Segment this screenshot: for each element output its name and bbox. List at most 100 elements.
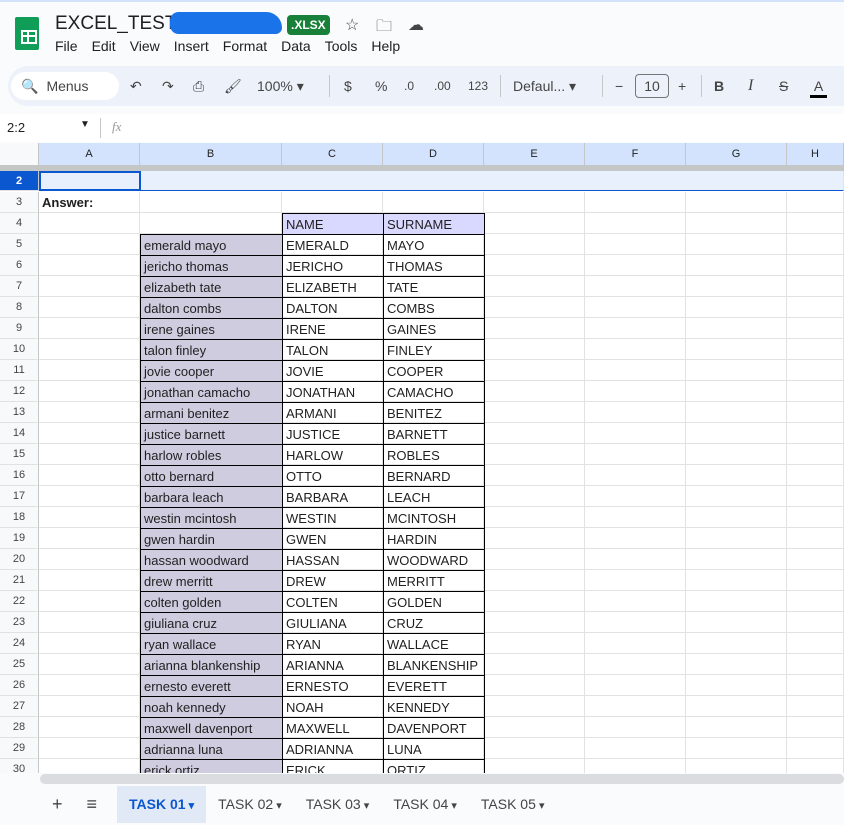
surname-cell[interactable]: WOODWARD [383,549,485,571]
menu-insert[interactable]: Insert [174,38,209,54]
column-header-F[interactable]: F [585,143,686,166]
surname-cell[interactable]: CAMACHO [383,381,485,403]
cell[interactable] [484,360,585,381]
cell[interactable] [39,402,140,423]
cell[interactable] [787,402,844,423]
italic-button[interactable]: I [748,77,753,95]
cell[interactable] [484,381,585,402]
cell[interactable] [585,360,686,381]
row-header-10[interactable]: 10 [0,339,39,360]
menu-view[interactable]: View [130,38,160,54]
surname-cell[interactable]: BARNETT [383,423,485,445]
cell[interactable] [484,255,585,276]
name-box[interactable]: 2:2 [7,120,25,135]
cell[interactable] [686,192,787,213]
cell[interactable] [484,528,585,549]
more-formats-button[interactable]: 123 [468,77,488,95]
strikethrough-button[interactable]: S [779,77,788,95]
cell[interactable] [686,297,787,318]
cell[interactable] [787,738,844,759]
cell[interactable] [484,339,585,360]
cell[interactable] [787,423,844,444]
cell[interactable] [39,696,140,717]
first-name-cell[interactable]: HASSAN [282,549,384,571]
sheets-logo-icon[interactable] [15,17,39,50]
first-name-cell[interactable]: MAXWELL [282,717,384,739]
source-name-cell[interactable]: dalton combs [140,297,283,319]
cell[interactable] [484,633,585,654]
cell[interactable] [787,297,844,318]
row-header-7[interactable]: 7 [0,276,39,297]
cell[interactable] [787,213,844,234]
row-header-12[interactable]: 12 [0,381,39,402]
bold-button[interactable]: B [714,77,724,95]
cell[interactable] [39,234,140,255]
cell[interactable] [686,633,787,654]
first-name-cell[interactable]: IRENE [282,318,384,340]
cell[interactable] [686,759,787,773]
cell[interactable] [585,213,686,234]
cell[interactable] [787,360,844,381]
cell[interactable] [686,318,787,339]
source-name-cell[interactable]: emerald mayo [140,234,283,256]
source-name-cell[interactable]: adrianna luna [140,738,283,760]
menu-file[interactable]: File [55,38,78,54]
cell[interactable] [686,255,787,276]
sheet-tab-1[interactable]: TASK 01 ▾ [117,786,207,823]
cell[interactable] [787,549,844,570]
source-name-cell[interactable]: drew merritt [140,570,283,592]
cell[interactable] [585,759,686,773]
cell[interactable] [39,717,140,738]
surname-cell[interactable]: EVERETT [383,675,485,697]
cell[interactable] [484,213,585,234]
cell[interactable] [585,297,686,318]
cell[interactable] [585,402,686,423]
sheet-tab-5[interactable]: TASK 05 ▾ [469,786,557,823]
cell[interactable] [484,549,585,570]
row-header-5[interactable]: 5 [0,234,39,255]
cell[interactable] [585,717,686,738]
cell[interactable] [686,276,787,297]
cell[interactable] [686,339,787,360]
surname-cell[interactable]: HARDIN [383,528,485,550]
first-name-cell[interactable]: GWEN [282,528,384,550]
cell[interactable] [484,486,585,507]
sheet-tab-2[interactable]: TASK 02 ▾ [206,786,294,823]
cell[interactable] [39,465,140,486]
first-name-cell[interactable]: BARBARA [282,486,384,508]
cell[interactable] [686,696,787,717]
cell[interactable] [585,654,686,675]
column-header-H[interactable]: H [787,143,844,166]
surname-cell[interactable]: KENNEDY [383,696,485,718]
cell[interactable] [484,192,585,213]
cell[interactable] [787,591,844,612]
source-name-cell[interactable]: jovie cooper [140,360,283,382]
first-name-cell[interactable]: COLTEN [282,591,384,613]
surname-cell[interactable]: WALLACE [383,633,485,655]
header-name[interactable]: NAME [282,213,384,235]
row-header-16[interactable]: 16 [0,465,39,486]
first-name-cell[interactable]: ARMANI [282,402,384,424]
cell[interactable] [686,717,787,738]
cell[interactable] [39,444,140,465]
chevron-down-icon[interactable]: ▾ [448,800,457,812]
first-name-cell[interactable]: TALON [282,339,384,361]
row-header-8[interactable]: 8 [0,297,39,318]
surname-cell[interactable]: GOLDEN [383,591,485,613]
cell[interactable] [686,675,787,696]
first-name-cell[interactable]: HARLOW [282,444,384,466]
cell[interactable] [39,255,140,276]
cell[interactable] [686,465,787,486]
first-name-cell[interactable]: EMERALD [282,234,384,256]
surname-cell[interactable]: BENITEZ [383,402,485,424]
source-name-cell[interactable]: armani benitez [140,402,283,424]
cell[interactable] [585,444,686,465]
row-header-26[interactable]: 26 [0,675,39,696]
cell[interactable] [686,486,787,507]
menu-edit[interactable]: Edit [92,38,116,54]
column-header-C[interactable]: C [282,143,383,166]
cell[interactable] [787,633,844,654]
first-name-cell[interactable]: GIULIANA [282,612,384,634]
cell[interactable] [39,549,140,570]
cell[interactable] [585,255,686,276]
